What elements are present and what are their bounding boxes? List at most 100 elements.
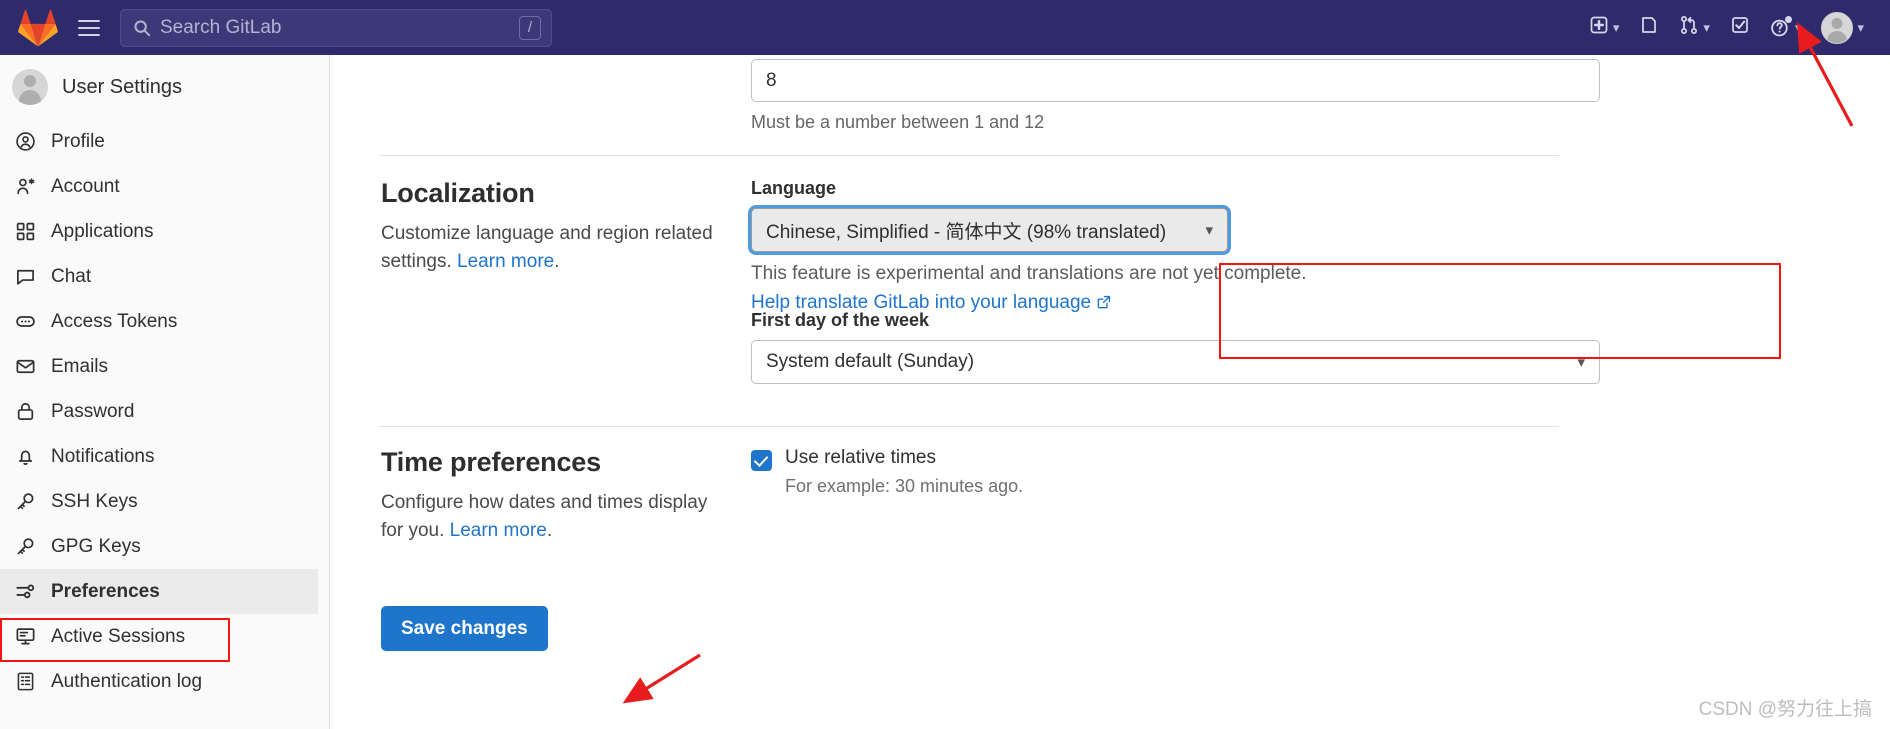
sidebar-item-label: SSH Keys <box>51 490 138 512</box>
sidebar-item-label: Password <box>51 400 135 422</box>
sidebar-header: User Settings <box>0 55 329 119</box>
create-new-button[interactable]: ▾ <box>1581 9 1628 46</box>
first-day-select-value: System default (Sunday) <box>766 351 975 372</box>
user-menu-button[interactable]: ▾ <box>1813 6 1872 50</box>
hamburger-menu-icon[interactable] <box>72 11 106 45</box>
sidebar-item-access-tokens[interactable]: Access Tokens <box>0 299 329 344</box>
relative-times-field-group: Use relative times For example: 30 minut… <box>751 447 1023 497</box>
time-preferences-section-header: Time preferences Configure how dates and… <box>381 447 731 544</box>
first-day-label: First day of the week <box>751 310 930 330</box>
sidebar-item-label: Authentication log <box>51 670 203 692</box>
merge-request-icon <box>1679 15 1699 40</box>
sidebar-item-label: Applications <box>51 220 154 242</box>
language-experimental-note: This feature is experimental and transla… <box>751 263 1307 284</box>
section-title: Localization <box>381 178 535 208</box>
profile-user-circle-icon <box>14 131 36 153</box>
sidebar-item-label: Chat <box>51 265 92 287</box>
number-input[interactable]: 8 <box>751 59 1600 102</box>
sidebar-item-label: Preferences <box>51 580 160 602</box>
language-field-group: Language Chinese, Simplified - 简体中文 (98%… <box>751 178 1307 316</box>
sidebar-item-label: Emails <box>51 355 109 377</box>
csdn-watermark: CSDN @努力往上搞 <box>1698 699 1872 720</box>
use-relative-times-checkbox[interactable] <box>751 450 772 471</box>
applications-grid-icon <box>14 221 36 243</box>
plus-square-icon <box>1589 15 1609 40</box>
key-icon <box>14 536 36 558</box>
sidebar-item-account[interactable]: Account <box>0 164 329 209</box>
chevron-down-icon: ▾ <box>1205 222 1213 239</box>
first-day-field-group: First day of the week System default (Su… <box>751 310 1600 384</box>
preferences-sliders-icon <box>14 581 36 603</box>
language-label: Language <box>751 178 837 198</box>
sidebar-item-password[interactable]: Password <box>0 389 329 434</box>
help-question-icon <box>1770 16 1792 38</box>
sidebar-item-applications[interactable]: Applications <box>0 209 329 254</box>
monitor-icon <box>14 626 36 648</box>
sidebar-item-ssh-keys[interactable]: SSH Keys <box>0 479 329 524</box>
sidebar-item-profile[interactable]: Profile <box>0 119 329 164</box>
bell-icon <box>14 446 36 468</box>
save-changes-button[interactable]: Save changes <box>381 606 548 651</box>
sidebar-item-chat[interactable]: Chat <box>0 254 329 299</box>
navbar-actions: ▾ ▾ ▾ ▾ <box>1581 6 1872 50</box>
chevron-down-icon: ▾ <box>1577 354 1585 371</box>
learn-more-link[interactable]: Learn more <box>457 251 554 272</box>
sidebar-item-notifications[interactable]: Notifications <box>0 434 329 479</box>
gitlab-logo-icon[interactable] <box>18 9 58 47</box>
chat-bubble-icon <box>14 266 36 288</box>
sidebar-item-gpg-keys[interactable]: GPG Keys <box>0 524 329 569</box>
section-description: Customize language and region related se… <box>381 220 726 275</box>
user-settings-sidebar: User Settings Profile Account Applicatio… <box>0 55 330 729</box>
issues-button[interactable] <box>1631 9 1667 46</box>
help-button[interactable]: ▾ <box>1762 11 1810 44</box>
envelope-icon <box>14 356 36 378</box>
chevron-down-icon: ▾ <box>1857 20 1864 35</box>
first-day-select[interactable]: System default (Sunday) ▾ <box>751 340 1600 384</box>
key-icon <box>14 491 36 513</box>
sidebar-item-label: Access Tokens <box>51 310 178 332</box>
todos-done-icon <box>1730 15 1750 40</box>
use-relative-times-texts: Use relative times For example: 30 minut… <box>785 447 1023 497</box>
search-icon <box>133 19 151 37</box>
sidebar-item-label: Notifications <box>51 445 155 467</box>
section-description-period: . <box>546 519 553 541</box>
sidebar-item-emails[interactable]: Emails <box>0 344 329 389</box>
sidebar-item-label: Profile <box>51 130 105 152</box>
use-relative-times-example: For example: 30 minutes ago. <box>785 476 1024 496</box>
top-number-field-group: 8 Must be a number between 1 and 12 <box>751 59 1600 133</box>
sidebar-item-active-sessions[interactable]: Active Sessions <box>0 614 329 659</box>
chevron-down-icon: ▾ <box>1703 20 1710 35</box>
localization-section-header: Localization Customize language and regi… <box>381 178 726 275</box>
sidebar-item-preferences[interactable]: Preferences <box>0 569 318 614</box>
learn-more-link[interactable]: Learn more <box>450 520 547 541</box>
search-shortcut-key: / <box>519 15 541 40</box>
user-avatar-icon <box>1821 11 1854 44</box>
merge-requests-button[interactable]: ▾ <box>1671 9 1718 46</box>
number-input-help: Must be a number between 1 and 12 <box>751 112 1045 132</box>
language-select-value: Chinese, Simplified - 简体中文 (98% translat… <box>766 221 1167 243</box>
sidebar-nav-list: Profile Account Applications Chat Access… <box>0 119 329 704</box>
user-avatar-icon <box>12 69 48 105</box>
todos-button[interactable] <box>1722 9 1758 46</box>
main-content: 8 Must be a number between 1 and 12 Loca… <box>331 55 1890 729</box>
account-user-gear-icon <box>14 176 36 198</box>
language-select[interactable]: Chinese, Simplified - 简体中文 (98% translat… <box>751 208 1228 252</box>
chevron-down-icon: ▾ <box>1612 20 1620 35</box>
lock-icon <box>14 401 36 423</box>
search-input[interactable]: Search GitLab / <box>120 8 552 47</box>
section-title: Time preferences <box>381 447 601 477</box>
access-token-icon <box>14 311 36 333</box>
sidebar-item-label: GPG Keys <box>51 535 141 557</box>
sidebar-item-label: Active Sessions <box>51 625 186 647</box>
section-description-period: . <box>554 250 560 272</box>
log-list-icon <box>14 671 36 693</box>
sidebar-item-authentication-log[interactable]: Authentication log <box>0 659 329 704</box>
section-divider-time-preferences <box>379 426 1559 427</box>
section-description: Configure how dates and times display fo… <box>381 489 731 544</box>
top-navbar: Search GitLab / ▾ ▾ ▾ ▾ <box>0 0 1890 55</box>
use-relative-times-label: Use relative times <box>785 447 936 468</box>
search-placeholder: Search GitLab <box>160 16 282 38</box>
section-divider-localization <box>379 155 1559 156</box>
page-title: User Settings <box>62 75 183 98</box>
chevron-down-icon: ▾ <box>1794 20 1802 35</box>
